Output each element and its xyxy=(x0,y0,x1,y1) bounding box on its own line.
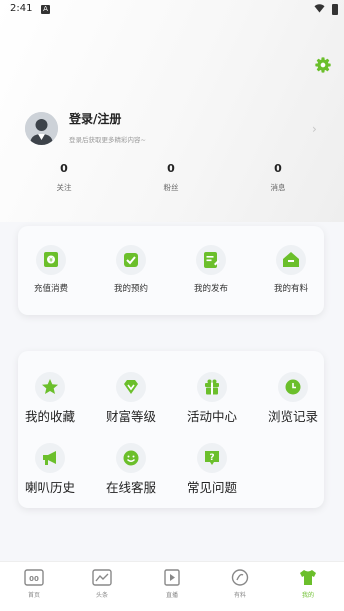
stat-messages[interactable]: 0 消息 xyxy=(248,162,308,193)
shirt-icon xyxy=(300,570,316,585)
features-card: 我的收藏 财富等级 活动中心 浏览记录 喇叭历史 在线客服 ? 常见问题 xyxy=(18,351,324,508)
diamond-icon xyxy=(116,372,146,402)
quick-action-label: 我的发布 xyxy=(193,284,228,294)
house-icon xyxy=(276,245,306,275)
tab-label: 直播 xyxy=(165,592,178,599)
tab-label: 首页 xyxy=(27,592,40,599)
feature-label: 我的收藏 xyxy=(24,409,75,424)
feature-online-support[interactable]: 在线客服 xyxy=(94,442,168,496)
settings-gear-icon[interactable] xyxy=(314,56,332,74)
tab-home[interactable]: 00 首页 xyxy=(9,569,59,599)
chevron-right-icon[interactable]: › xyxy=(312,122,317,136)
stat-value: 0 xyxy=(60,162,68,175)
quick-action-materials[interactable]: 我的有料 xyxy=(261,244,321,294)
battery-icon xyxy=(332,4,338,15)
svg-text:¥: ¥ xyxy=(49,257,53,264)
tab-label: 头条 xyxy=(95,592,108,599)
stat-label: 消息 xyxy=(270,183,286,192)
feature-label: 活动中心 xyxy=(186,409,237,424)
check-icon xyxy=(116,245,146,275)
svg-text:00: 00 xyxy=(29,575,39,583)
stat-label: 粉丝 xyxy=(163,183,179,192)
avatar[interactable] xyxy=(25,112,58,145)
feature-favorites[interactable]: 我的收藏 xyxy=(13,371,87,425)
news-icon xyxy=(92,569,112,586)
quick-actions-card: ¥ 充值消费 我的预约 我的发布 我的有料 xyxy=(18,226,324,315)
feature-horn-history[interactable]: 喇叭历史 xyxy=(13,442,87,496)
feature-wealth-level[interactable]: 财富等级 xyxy=(94,371,168,425)
quick-action-appointments[interactable]: 我的预约 xyxy=(101,244,161,294)
login-subtitle: 登录后获取更多精彩内容~ xyxy=(69,136,146,144)
wifi-icon xyxy=(314,4,325,13)
smiley-icon xyxy=(116,443,146,473)
star-icon xyxy=(35,372,65,402)
feature-history[interactable]: 浏览记录 xyxy=(256,371,330,425)
play-icon xyxy=(164,569,180,586)
home-icon: 00 xyxy=(24,569,44,586)
feature-label: 财富等级 xyxy=(105,409,156,424)
feature-faq[interactable]: ? 常见问题 xyxy=(175,442,249,496)
tab-materials[interactable]: 有料 xyxy=(215,569,265,599)
feature-label: 在线客服 xyxy=(105,480,156,495)
login-register-link[interactable]: 登录/注册 xyxy=(69,110,121,127)
feature-label: 常见问题 xyxy=(186,480,237,495)
question-icon: ? xyxy=(197,443,227,473)
material-icon xyxy=(231,569,249,586)
quick-action-label: 我的预约 xyxy=(113,284,148,294)
stat-label: 关注 xyxy=(56,183,72,192)
wallet-icon: ¥ xyxy=(36,245,66,275)
tab-headlines[interactable]: 头条 xyxy=(77,569,127,599)
feature-label: 喇叭历史 xyxy=(24,480,75,495)
feature-activity-center[interactable]: 活动中心 xyxy=(175,371,249,425)
status-bar: 2:41 A xyxy=(0,0,344,20)
quick-action-posts[interactable]: 我的发布 xyxy=(181,244,241,294)
default-avatar-icon xyxy=(25,112,58,145)
stat-following[interactable]: 0 关注 xyxy=(34,162,94,193)
quick-action-label: 充值消费 xyxy=(33,284,68,294)
feature-label: 浏览记录 xyxy=(267,409,318,424)
quick-action-recharge[interactable]: ¥ 充值消费 xyxy=(21,244,81,294)
tab-label: 有料 xyxy=(233,592,246,599)
quick-action-label: 我的有料 xyxy=(273,284,308,294)
tab-live[interactable]: 直播 xyxy=(147,569,197,599)
bottom-tab-bar: 00 首页 头条 直播 有料 我的 xyxy=(0,561,344,611)
notification-a-icon: A xyxy=(41,5,50,14)
tab-label: 我的 xyxy=(301,592,314,599)
gift-icon xyxy=(197,372,227,402)
edit-document-icon xyxy=(196,245,226,275)
tab-mine[interactable]: 我的 xyxy=(283,569,333,599)
megaphone-icon xyxy=(35,443,65,473)
stat-value: 0 xyxy=(274,162,282,175)
clock-icon xyxy=(278,372,308,402)
stat-value: 0 xyxy=(167,162,175,175)
stat-fans[interactable]: 0 粉丝 xyxy=(141,162,201,193)
status-time: 2:41 xyxy=(10,3,33,14)
svg-text:?: ? xyxy=(209,453,214,463)
